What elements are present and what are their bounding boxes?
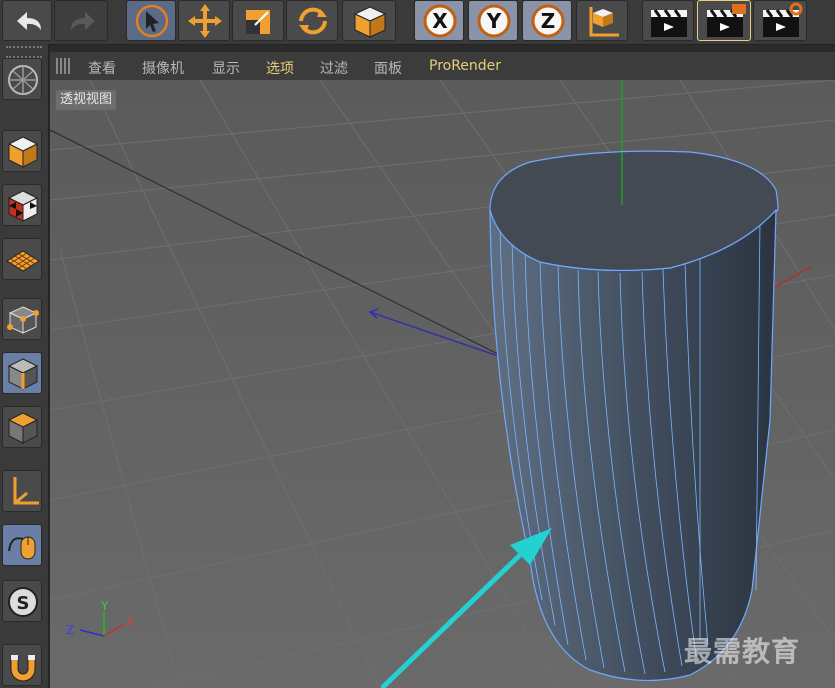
edges-mode-button[interactable] bbox=[2, 352, 42, 394]
polygon-cube-icon bbox=[7, 412, 39, 444]
gizmo-z-label: Z bbox=[66, 623, 74, 637]
x-axis-icon: X bbox=[423, 4, 457, 38]
select-tool-button[interactable] bbox=[126, 0, 176, 41]
clapper-icon bbox=[651, 9, 687, 37]
points-mode-button[interactable] bbox=[2, 298, 42, 340]
axis-icon bbox=[13, 477, 39, 505]
axis-mode-button[interactable] bbox=[2, 470, 42, 512]
mouse-icon bbox=[8, 536, 36, 560]
menu-view[interactable]: 查看 bbox=[88, 58, 116, 78]
snap-button[interactable]: S bbox=[2, 580, 42, 622]
scale-icon bbox=[246, 10, 270, 34]
perspective-viewport[interactable]: Y X Z bbox=[50, 52, 835, 688]
grid-plane-icon bbox=[6, 250, 40, 272]
object-mode-button[interactable] bbox=[342, 0, 396, 41]
undo-button[interactable] bbox=[2, 0, 52, 41]
menu-prorender[interactable]: ProRender bbox=[429, 58, 501, 74]
gizmo-x-label: X bbox=[126, 615, 134, 629]
cursor-icon bbox=[135, 4, 169, 38]
clapper-gear-icon bbox=[763, 2, 803, 37]
polygons-mode-button[interactable] bbox=[2, 406, 42, 448]
move-tool-button[interactable] bbox=[178, 0, 230, 41]
undo-icon bbox=[17, 12, 41, 30]
mode-toolbar: S bbox=[0, 44, 49, 688]
redo-icon bbox=[71, 12, 95, 30]
main-toolbar: X Y Z bbox=[0, 0, 835, 45]
vertex-cube-icon bbox=[7, 306, 39, 334]
menu-options[interactable]: 选项 bbox=[266, 58, 294, 78]
menu-filter[interactable]: 过滤 bbox=[320, 58, 348, 78]
viewport-scene: Y X Z bbox=[50, 52, 835, 688]
toolbar-grip[interactable] bbox=[6, 46, 42, 58]
x-axis-button[interactable]: X bbox=[414, 0, 464, 41]
menu-camera[interactable]: 摄像机 bbox=[142, 58, 184, 78]
magnet-icon bbox=[10, 655, 36, 682]
edge-cube-icon bbox=[7, 358, 39, 390]
coordinate-system-button[interactable] bbox=[576, 0, 628, 41]
globe-grid-icon bbox=[8, 65, 38, 95]
coordinate-icon bbox=[589, 7, 619, 37]
render-view-button[interactable] bbox=[642, 0, 694, 41]
display-filter-button[interactable] bbox=[2, 58, 42, 100]
render-picture-viewer-button[interactable] bbox=[697, 0, 751, 41]
menu-grip-icon[interactable] bbox=[56, 58, 72, 74]
x-axis-label: X bbox=[432, 9, 448, 33]
menu-display[interactable]: 显示 bbox=[212, 58, 240, 78]
edit-render-settings-button[interactable] bbox=[753, 0, 807, 41]
rotate-icon bbox=[299, 7, 327, 35]
svg-text:S: S bbox=[17, 593, 30, 614]
y-axis-icon: Y bbox=[477, 4, 511, 38]
snap-icon: S bbox=[8, 587, 38, 617]
scale-tool-button[interactable] bbox=[232, 0, 284, 41]
model-mode-button[interactable] bbox=[2, 130, 42, 172]
cube-icon bbox=[353, 6, 387, 38]
move-icon bbox=[188, 4, 222, 38]
y-axis-label: Y bbox=[486, 9, 502, 33]
z-axis-button[interactable]: Z bbox=[522, 0, 572, 41]
cube-icon bbox=[7, 136, 39, 168]
tweak-mode-button[interactable] bbox=[2, 524, 42, 566]
watermark: 最需教育 bbox=[684, 635, 801, 668]
gizmo-y-label: Y bbox=[100, 599, 109, 613]
redo-button[interactable] bbox=[54, 0, 108, 41]
viewport-menu-bar: 查看 摄像机 显示 选项 过滤 面板 ProRender bbox=[50, 52, 835, 80]
z-axis-icon: Z bbox=[531, 4, 565, 38]
viewport-title: 透视视图 bbox=[56, 90, 117, 110]
workplane-lock-button[interactable] bbox=[2, 644, 42, 686]
checker-cube-icon bbox=[7, 190, 39, 222]
clapper-icon bbox=[707, 4, 746, 37]
rotate-tool-button[interactable] bbox=[286, 0, 338, 41]
z-axis-label: Z bbox=[541, 9, 556, 33]
y-axis-button[interactable]: Y bbox=[468, 0, 518, 41]
texture-mode-button[interactable] bbox=[2, 184, 42, 226]
workplane-mode-button[interactable] bbox=[2, 238, 42, 280]
menu-panel[interactable]: 面板 bbox=[374, 58, 402, 78]
